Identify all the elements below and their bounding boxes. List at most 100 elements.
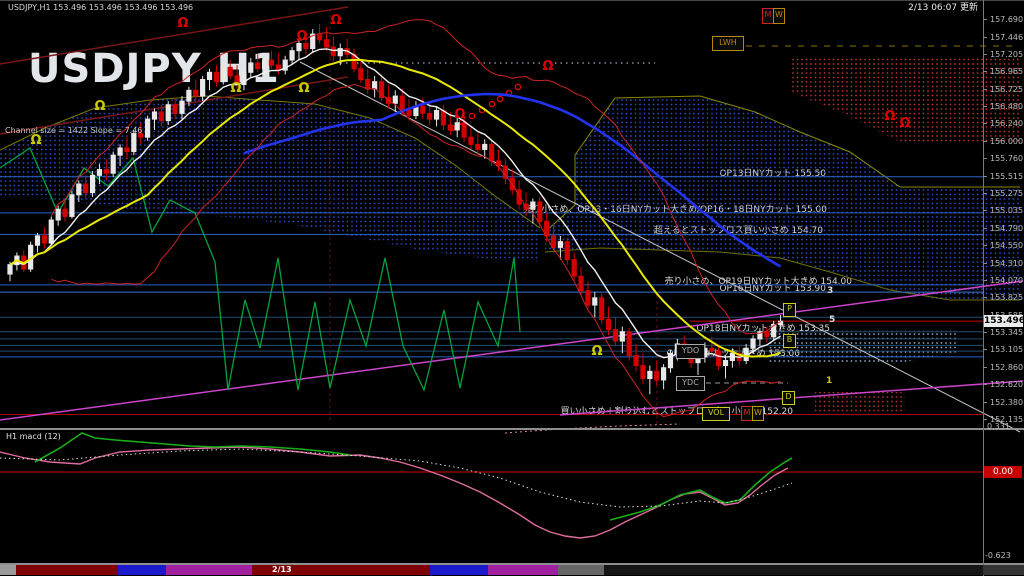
price-axis-label: 156.725 [990, 85, 1023, 94]
chart-label-box: P [783, 303, 796, 317]
candle-body [132, 134, 136, 152]
candle-body [448, 125, 452, 130]
candle-body [593, 298, 597, 305]
candle-body [63, 209, 67, 216]
candle-body [634, 355, 638, 365]
current-price-tag: 153.496 [984, 315, 1023, 327]
candle-body [104, 170, 108, 174]
omega-signal-marker: Ω [177, 16, 188, 31]
candle-body [565, 242, 569, 260]
timeline-segment[interactable] [118, 565, 166, 575]
candle-body [318, 34, 322, 40]
omega-signal-marker: Ω [542, 59, 553, 74]
candle-body [572, 260, 576, 277]
axis-tick [983, 210, 987, 211]
indicator-min-label: -0.623 [985, 551, 1011, 560]
axis-tick [983, 245, 987, 246]
candle-body [77, 184, 81, 195]
chart-label-box: W [752, 406, 764, 421]
candle-body [765, 332, 769, 337]
candle-body [476, 144, 480, 149]
wave-count-label: 3 [827, 286, 833, 296]
axis-tick [983, 228, 987, 229]
candle-body [173, 105, 177, 114]
updated-timestamp[interactable]: 2/13 06:07 更新 [853, 3, 978, 13]
candle-body [586, 291, 590, 305]
candle-body [180, 101, 184, 113]
candle-body [421, 106, 425, 113]
indicator-label: H1 macd (12) [6, 432, 61, 441]
axis-tick [983, 106, 987, 107]
candle-body [655, 371, 659, 380]
macd-signal-pink [0, 447, 788, 538]
candle-body [538, 202, 542, 221]
price-axis-label: 156.240 [990, 119, 1023, 128]
omega-signal-marker: Ω [230, 81, 241, 96]
signal-dot-chain [497, 96, 502, 101]
indicator-max-label: 0.331 [987, 422, 1010, 431]
price-axis-label: 154.790 [990, 224, 1023, 233]
price-axis-label: 152.380 [990, 398, 1023, 407]
top-border [0, 0, 1024, 1]
candle-body [613, 330, 617, 342]
candle-body [483, 144, 487, 149]
candle-body [531, 202, 535, 209]
omega-signal-marker: Ω [884, 109, 895, 124]
timeline-bar[interactable]: 2/13 [0, 565, 1024, 575]
price-axis-label: 157.205 [990, 50, 1023, 59]
chart-label-box: D [782, 391, 795, 405]
candle-body [517, 190, 521, 204]
omega-signal-marker: Ω [454, 107, 465, 122]
candle-body [600, 298, 604, 320]
axis-tick [983, 123, 987, 124]
candle-body [70, 195, 74, 217]
axis-tick [983, 71, 987, 72]
price-axis-label: 157.446 [990, 33, 1023, 42]
price-axis-label: 153.825 [990, 293, 1023, 302]
signal-dot-chain [515, 84, 520, 89]
axis-tick [983, 193, 987, 194]
axis-tick [983, 349, 987, 350]
timeline-segment[interactable] [16, 565, 118, 575]
ichimoku-clouds [0, 58, 1020, 414]
timeline-segment[interactable] [488, 565, 558, 575]
candle-body [359, 69, 363, 80]
candle-body [297, 43, 301, 50]
timeline-segment[interactable] [604, 565, 983, 575]
candle-body [662, 368, 666, 380]
candle-body [620, 332, 624, 341]
price-axis-label: 152.620 [990, 380, 1023, 389]
candle-body [407, 111, 411, 116]
candle-body [400, 96, 404, 110]
timeline-segment[interactable] [983, 565, 1024, 575]
timeline-segment[interactable] [0, 565, 16, 575]
pane-separator[interactable] [0, 428, 1024, 430]
omega-signal-marker: Ω [591, 344, 602, 359]
timeline-segment[interactable] [558, 565, 604, 575]
candle-body [49, 220, 53, 243]
candle-body [90, 175, 94, 192]
timeline-date-label: 2/13 [272, 565, 292, 574]
signal-dot-chain [489, 101, 494, 106]
candle-body [194, 90, 198, 96]
price-axis-label: 153.345 [990, 328, 1023, 337]
timeline-segment[interactable] [166, 565, 252, 575]
omega-signal-marker: Ω [330, 13, 341, 28]
timeline-segment[interactable] [430, 565, 488, 575]
candle-body [710, 348, 714, 351]
candle-body [373, 82, 377, 89]
axis-tick [983, 280, 987, 281]
price-axis-label: 153.105 [990, 345, 1023, 354]
candle-body [331, 47, 335, 56]
candle-body [56, 209, 60, 220]
price-axis-label: 155.515 [990, 172, 1023, 181]
candle-body [146, 119, 150, 137]
macd-main-green [610, 458, 792, 520]
candle-body [187, 90, 191, 101]
candle-body [249, 63, 253, 72]
candle-body [269, 60, 273, 65]
chart-canvas[interactable]: ΩΩΩΩΩΩΩΩΩΩΩΩ [0, 0, 1024, 576]
candle-body [201, 80, 205, 97]
axis-tick [983, 419, 987, 420]
candle-body [256, 63, 260, 69]
